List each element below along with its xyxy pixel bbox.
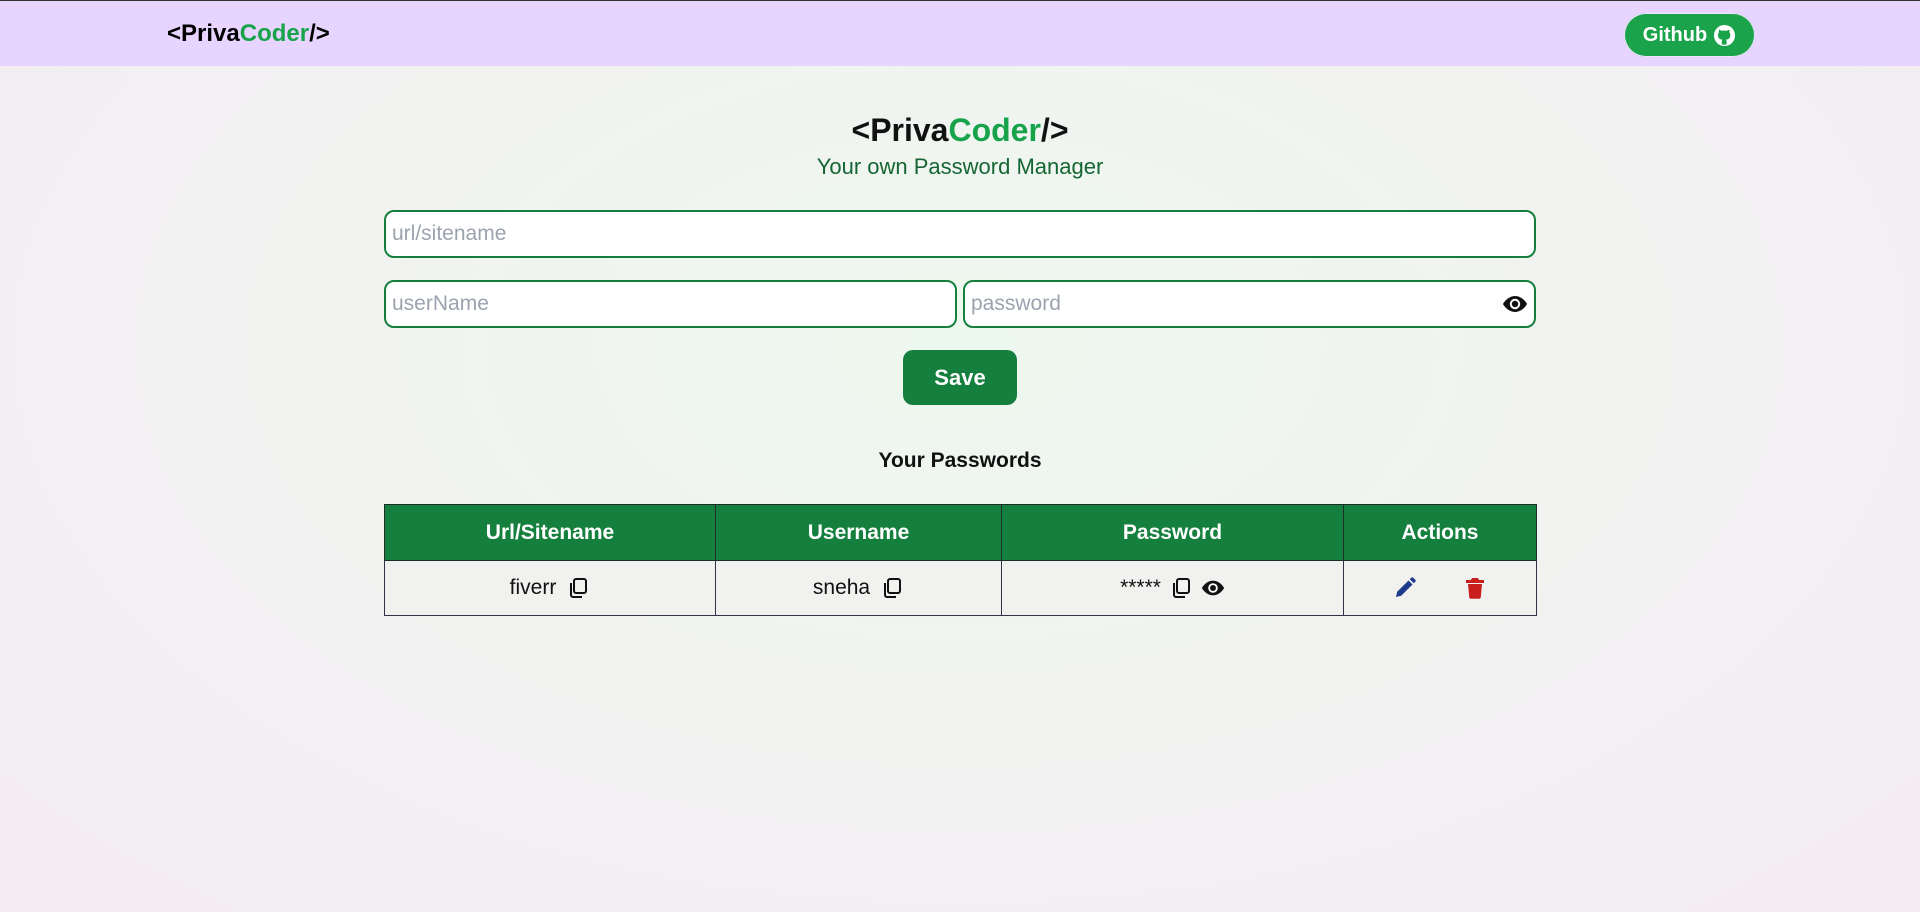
actions-cell [1343,560,1537,616]
logo-part1: Priva [181,20,240,47]
site-value: fiverr [509,576,557,599]
hero-logo-close: /> [1040,112,1069,148]
username-value: sneha [812,576,871,599]
column-header-site: Url/Sitename [384,504,716,561]
logo-close: /> [309,20,330,47]
column-header-username: Username [715,504,1002,561]
table-header-row: Url/Sitename Username Password Actions [384,504,1537,561]
github-label: Github [1642,23,1708,46]
show-password-eye-icon[interactable] [1502,293,1528,315]
github-icon [1714,24,1736,46]
url-input[interactable] [384,210,1536,258]
passwords-table: Url/Sitename Username Password Actions f… [384,504,1537,616]
copy-username-icon[interactable] [880,576,904,600]
logo-open: < [167,20,182,47]
hero-logo-part2: Coder [948,112,1041,148]
navbar: <PrivaCoder/> Github [0,0,1920,66]
passwords-title: Your Passwords [878,449,1042,472]
save-button[interactable]: Save [903,350,1017,405]
hero-logo-open: < [851,112,871,148]
username-input[interactable] [384,280,957,328]
column-header-password: Password [1001,504,1344,561]
password-cell: ***** [1001,560,1344,616]
copy-site-icon[interactable] [566,576,590,600]
github-button[interactable]: Github [1624,13,1755,57]
hero-logo-part1: Priva [870,112,949,148]
column-header-actions: Actions [1343,504,1537,561]
password-value: ***** [1120,576,1161,599]
delete-trash-icon[interactable] [1463,576,1487,600]
password-input[interactable] [963,280,1536,328]
tagline: Your own Password Manager [816,154,1104,179]
logo-part2: Coder [239,20,310,47]
show-password-eye-icon[interactable] [1201,576,1225,600]
table-row: fiverr sneha ***** [384,560,1537,616]
edit-pencil-icon[interactable] [1393,576,1417,600]
site-cell: fiverr [384,560,716,616]
copy-password-icon[interactable] [1169,576,1193,600]
hero-logo: <PrivaCoder/> [0,111,1920,149]
username-cell: sneha [715,560,1002,616]
nav-logo[interactable]: <PrivaCoder/> [167,19,330,49]
